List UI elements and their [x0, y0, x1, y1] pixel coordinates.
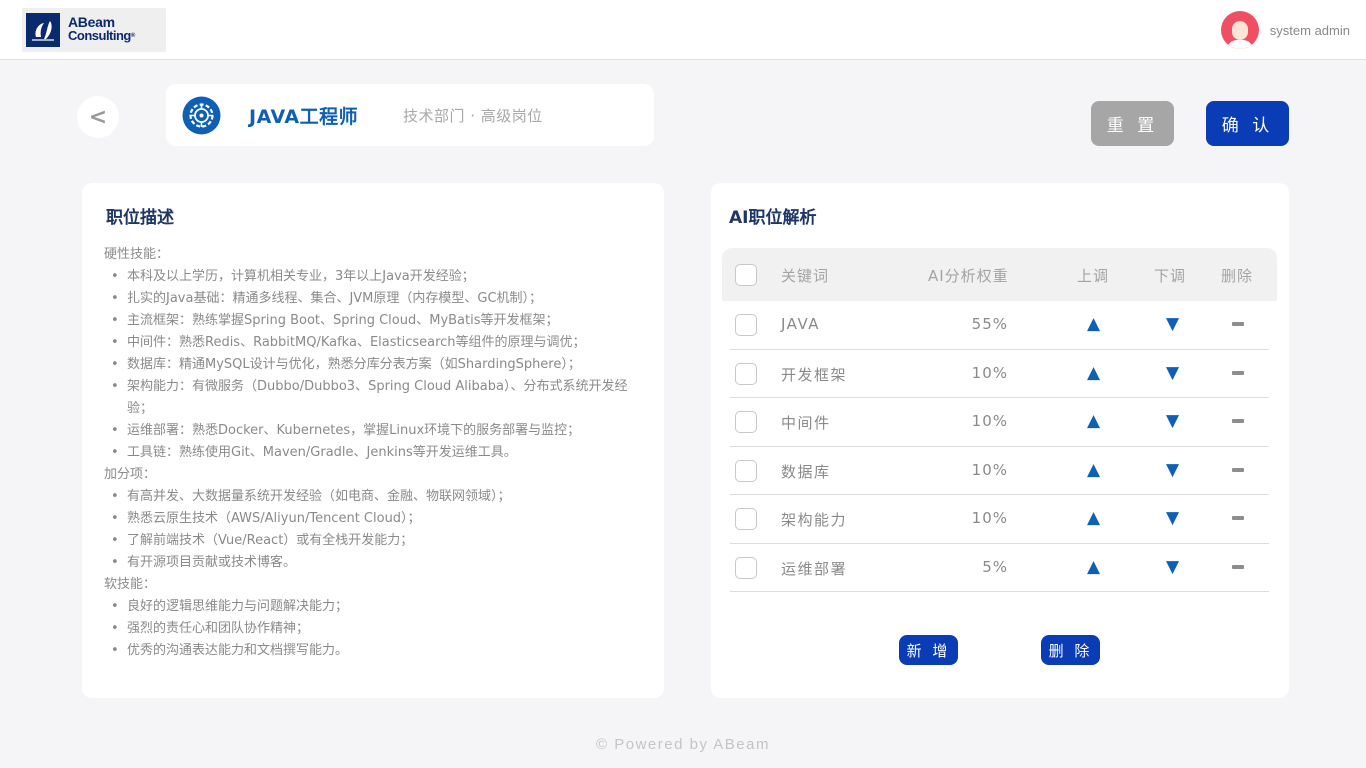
move-up-icon[interactable]: ▲: [1087, 411, 1100, 431]
add-keyword-button[interactable]: 新 增: [899, 635, 958, 665]
section-heading: 加分项：: [104, 467, 157, 482]
bonus-list: 有高并发、大数据量系统开发经验（如电商、金融、物联网领域）； 熟悉云原生技术（A…: [104, 486, 649, 574]
user-menu[interactable]: system admin: [1220, 11, 1350, 49]
description-title: 职位描述: [106, 208, 174, 228]
section-heading: 软技能：: [104, 577, 157, 592]
weight-cell: 55%: [971, 315, 1008, 333]
confirm-button[interactable]: 确 认: [1206, 101, 1289, 146]
table-row: 开发框架 10% ▲ ▼: [730, 350, 1269, 398]
list-item: 中间件：熟悉Redis、RabbitMQ/Kafka、Elasticsearch…: [104, 332, 649, 354]
weight-cell: 10%: [971, 460, 1008, 479]
abeam-logo[interactable]: ABeam Consulting®: [22, 8, 166, 52]
gear-circuit-icon: [182, 96, 221, 135]
move-up-icon[interactable]: ▲: [1087, 557, 1100, 577]
delete-row-icon[interactable]: [1232, 516, 1244, 520]
table-row: 运维部署 5% ▲ ▼: [730, 544, 1269, 592]
select-all-checkbox[interactable]: [735, 264, 757, 286]
row-checkbox[interactable]: [735, 508, 757, 530]
row-checkbox[interactable]: [735, 362, 757, 385]
user-avatar-icon[interactable]: [1220, 11, 1259, 49]
list-item: 本科及以上学历，计算机相关专业，3年以上Java开发经验；: [104, 266, 649, 288]
job-card: JAVA工程师 技术部门 · 高级岗位: [166, 84, 654, 146]
column-down: 下调: [1154, 267, 1187, 285]
column-keyword: 关键词: [781, 267, 830, 285]
row-checkbox[interactable]: [735, 314, 757, 336]
job-subtitle: 技术部门 · 高级岗位: [403, 107, 543, 125]
soft-skills-list: 良好的逻辑思维能力与问题解决能力； 强烈的责任心和团队协作精神； 优秀的沟通表达…: [104, 596, 649, 662]
delete-keywords-button[interactable]: 删 除: [1041, 635, 1100, 665]
username: system admin: [1269, 22, 1350, 38]
column-weight: AI分析权重: [928, 267, 1009, 285]
logo-line2: Consulting®: [68, 28, 135, 43]
table-row: 中间件 10% ▲ ▼: [730, 398, 1269, 447]
row-checkbox[interactable]: [735, 459, 757, 482]
list-item: 熟悉云原生技术（AWS/Aliyun/Tencent Cloud）；: [104, 508, 649, 530]
list-item: 架构能力：有微服务（Dubbo/Dubbo3、Spring Cloud Alib…: [104, 376, 649, 420]
list-item: 数据库：精通MySQL设计与优化，熟悉分库分表方案（如ShardingSpher…: [104, 354, 649, 376]
move-up-icon[interactable]: ▲: [1087, 508, 1100, 528]
keyword-cell: 架构能力: [781, 511, 848, 529]
list-item: 优秀的沟通表达能力和文档撰写能力。: [104, 640, 649, 662]
list-item: 主流框架：熟练掌握Spring Boot、Spring Cloud、MyBati…: [104, 310, 649, 332]
row-checkbox[interactable]: [735, 411, 757, 433]
abeam-logo-mark-icon: [26, 13, 60, 47]
footer-credit: © Powered by ABeam: [596, 736, 770, 753]
keyword-cell: 运维部署: [781, 559, 848, 578]
analysis-title: AI职位解析: [729, 208, 817, 228]
move-up-icon[interactable]: ▲: [1087, 314, 1100, 334]
list-item: 了解前端技术（Vue/React）或有全栈开发能力；: [104, 530, 649, 552]
delete-row-icon[interactable]: [1232, 322, 1244, 326]
delete-row-icon[interactable]: [1232, 370, 1244, 375]
row-checkbox[interactable]: [735, 556, 757, 579]
delete-row-icon[interactable]: [1232, 419, 1244, 423]
back-button[interactable]: <: [77, 96, 119, 138]
weight-cell: 10%: [971, 509, 1008, 527]
list-item: 有高并发、大数据量系统开发经验（如电商、金融、物联网领域）；: [104, 486, 649, 508]
list-item: 扎实的Java基础：精通多线程、集合、JVM原理（内存模型、GC机制）；: [104, 288, 649, 310]
reset-button[interactable]: 重 置: [1091, 101, 1174, 146]
column-up: 上调: [1077, 267, 1110, 285]
job-description-panel: 职位描述 硬性技能： 本科及以上学历，计算机相关专业，3年以上Java开发经验；…: [82, 183, 664, 698]
list-item: 运维部署：熟悉Docker、Kubernetes，掌握Linux环境下的服务部署…: [104, 420, 649, 442]
keyword-cell: JAVA: [781, 315, 821, 333]
table-row: 数据库 10% ▲ ▼: [730, 447, 1269, 495]
move-down-icon[interactable]: ▼: [1166, 508, 1179, 528]
weight-cell: 10%: [971, 363, 1008, 382]
section-heading: 硬性技能：: [104, 247, 170, 262]
move-down-icon[interactable]: ▼: [1166, 363, 1179, 383]
list-item: 工具链：熟练使用Git、Maven/Gradle、Jenkins等开发运维工具。: [104, 442, 649, 464]
move-down-icon[interactable]: ▼: [1166, 411, 1179, 431]
delete-row-icon[interactable]: [1232, 467, 1244, 472]
logo-line1: ABeam: [68, 14, 115, 30]
job-title: JAVA工程师: [249, 106, 359, 128]
move-up-icon[interactable]: ▲: [1087, 460, 1100, 480]
table-row: JAVA 55% ▲ ▼: [730, 301, 1269, 350]
weight-cell: 10%: [971, 412, 1008, 430]
weight-cell: 5%: [982, 557, 1008, 576]
list-item: 良好的逻辑思维能力与问题解决能力；: [104, 596, 649, 618]
list-item: 有开源项目贡献或技术博客。: [104, 552, 649, 574]
move-down-icon[interactable]: ▼: [1166, 314, 1179, 334]
keyword-cell: 数据库: [781, 462, 831, 481]
table-header: 关键词 AI分析权重 上调 下调 删除: [722, 248, 1277, 301]
description-body: 硬性技能： 本科及以上学历，计算机相关专业，3年以上Java开发经验； 扎实的J…: [104, 244, 649, 662]
move-down-icon[interactable]: ▼: [1166, 460, 1179, 480]
delete-row-icon[interactable]: [1232, 564, 1244, 569]
hard-skills-list: 本科及以上学历，计算机相关专业，3年以上Java开发经验； 扎实的Java基础：…: [104, 266, 649, 464]
move-down-icon[interactable]: ▼: [1166, 557, 1179, 577]
column-delete: 删除: [1221, 267, 1254, 285]
keyword-table: JAVA 55% ▲ ▼ 开发框架 10% ▲ ▼ 中间件 10% ▲ ▼ 数据…: [730, 301, 1269, 592]
top-bar: ABeam Consulting® system admin: [0, 0, 1366, 60]
move-up-icon[interactable]: ▲: [1087, 363, 1100, 383]
keyword-cell: 中间件: [781, 414, 831, 432]
logo-text: ABeam Consulting®: [68, 15, 164, 43]
ai-analysis-panel: AI职位解析 关键词 AI分析权重 上调 下调 删除 JAVA 55% ▲ ▼ …: [711, 183, 1289, 698]
keyword-cell: 开发框架: [781, 365, 848, 384]
list-item: 强烈的责任心和团队协作精神；: [104, 618, 649, 640]
table-row: 架构能力 10% ▲ ▼: [730, 495, 1269, 544]
